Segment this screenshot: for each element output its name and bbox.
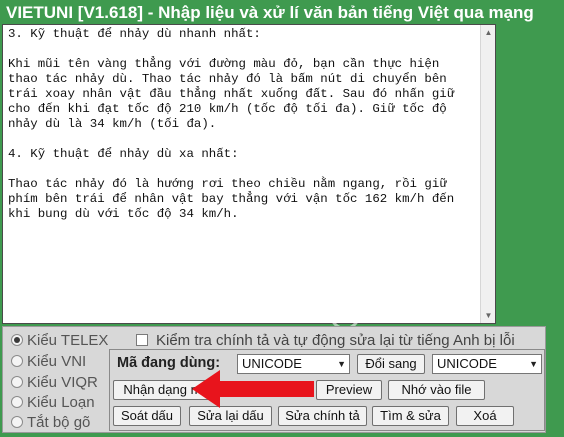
target-encoding-value: UNICODE: [437, 356, 497, 371]
window-title: VIETUNI [V1.618] - Nhập liệu và xử lí vă…: [6, 3, 534, 22]
radio-loan-label: Kiểu Loạn: [27, 393, 95, 411]
target-encoding-select[interactable]: UNICODE ▼: [432, 354, 542, 374]
radio-off-label: Tắt bộ gõ: [27, 413, 91, 431]
save-file-button[interactable]: Nhớ vào file: [388, 380, 485, 400]
delete-button[interactable]: Xoá: [456, 406, 514, 426]
preview-button[interactable]: Preview: [316, 380, 382, 400]
red-highlight-arrow-icon: [192, 370, 314, 408]
convert-button[interactable]: Đổi sang: [357, 354, 425, 374]
radio-viqr-label: Kiểu VIQR: [27, 373, 98, 391]
radio-off[interactable]: Tắt bộ gõ: [11, 412, 90, 432]
scroll-up-icon[interactable]: ▲: [481, 25, 496, 40]
editor-container: 3. Kỹ thuật để nhảy dù nhanh nhất: Khi m…: [2, 24, 496, 324]
spellcheck-checkbox[interactable]: [136, 334, 148, 346]
text-editor[interactable]: 3. Kỹ thuật để nhảy dù nhanh nhất: Khi m…: [3, 25, 481, 323]
vertical-scrollbar[interactable]: ▲ ▼: [480, 25, 495, 323]
radio-off-icon[interactable]: [11, 355, 23, 367]
encoding-group: Mã đang dùng: UNICODE ▼ Đổi sang UNICODE…: [109, 349, 545, 431]
check-marks-button[interactable]: Soát dấu: [113, 406, 181, 426]
find-replace-button[interactable]: Tìm & sửa: [372, 406, 449, 426]
radio-vni-label: Kiểu VNI: [27, 352, 87, 370]
radio-off-icon[interactable]: [11, 376, 23, 388]
radio-viqr[interactable]: Kiểu VIQR: [11, 372, 98, 392]
radio-telex-label: Kiểu TELEX: [27, 331, 109, 349]
radio-off-icon[interactable]: [11, 416, 23, 428]
spellcheck-label: Kiểm tra chính tả và tự động sửa lại từ …: [156, 331, 515, 349]
spellcheck-option[interactable]: Kiểm tra chính tả và tự động sửa lại từ …: [136, 330, 515, 350]
radio-telex[interactable]: Kiểu TELEX: [11, 330, 108, 350]
radio-off-icon[interactable]: [11, 396, 23, 408]
arrow-polygon: [192, 370, 314, 408]
radio-vni[interactable]: Kiểu VNI: [11, 351, 86, 371]
chevron-down-icon: ▼: [337, 359, 346, 369]
chevron-down-icon: ▼: [529, 359, 538, 369]
radio-loan[interactable]: Kiểu Loạn: [11, 392, 95, 412]
radio-on-icon[interactable]: [11, 334, 23, 346]
